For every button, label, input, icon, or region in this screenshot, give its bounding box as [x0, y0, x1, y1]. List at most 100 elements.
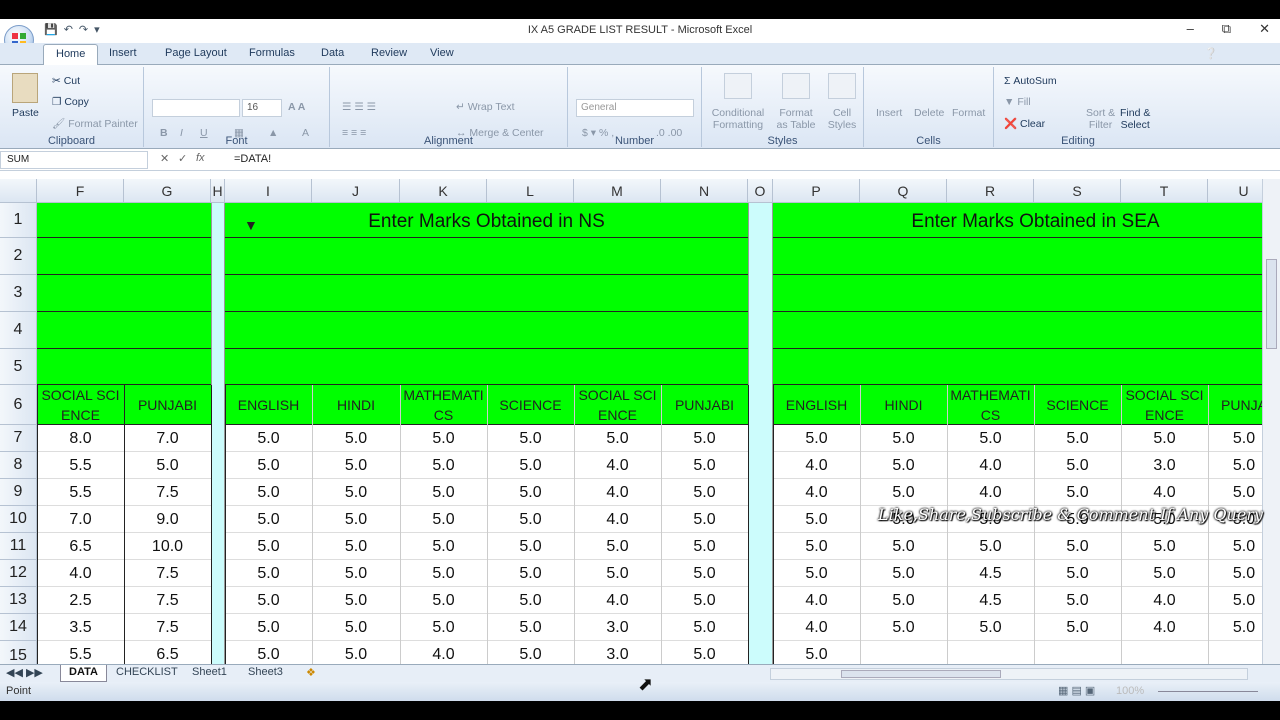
data-cell[interactable]: 5.0 — [1208, 614, 1262, 641]
sheet-tab-sheet3[interactable]: Sheet3 — [240, 665, 291, 682]
format-as-table-button[interactable]: Format as Table — [772, 107, 820, 131]
format-painter-button[interactable]: 🖌 Format Painter — [52, 117, 138, 130]
data-cell[interactable]: 5.0 — [487, 425, 574, 452]
data-cell[interactable]: 5.0 — [860, 560, 947, 587]
data-cell[interactable]: 5.0 — [225, 614, 312, 641]
paste-button[interactable]: Paste — [12, 107, 39, 119]
data-cell[interactable]: 7.5 — [124, 560, 211, 587]
data-cell[interactable]: 7.5 — [124, 614, 211, 641]
column-header[interactable]: I — [225, 179, 312, 203]
cell-styles-button[interactable]: Cell Styles — [822, 107, 862, 131]
select-all-corner[interactable] — [0, 179, 37, 203]
data-cell[interactable]: 5.0 — [661, 506, 748, 533]
data-cell[interactable]: 5.0 — [225, 533, 312, 560]
tab-page-layout[interactable]: Page Layout — [165, 47, 227, 59]
data-cell[interactable]: 5.0 — [860, 452, 947, 479]
data-cell[interactable]: 5.0 — [1034, 533, 1121, 560]
data-cell[interactable]: 7.0 — [124, 425, 211, 452]
vertical-scrollbar[interactable] — [1262, 179, 1280, 683]
column-header[interactable]: K — [400, 179, 487, 203]
data-cell[interactable]: 4.0 — [773, 452, 860, 479]
column-header[interactable]: G — [124, 179, 211, 203]
conditional-formatting-button[interactable]: Conditional Formatting — [706, 107, 770, 131]
tab-formulas[interactable]: Formulas — [249, 47, 295, 59]
top-align-icon[interactable]: ☰ ☰ ☰ — [342, 101, 376, 113]
autosum-button[interactable]: Σ AutoSum — [1004, 75, 1057, 87]
row-header[interactable]: 1 — [0, 203, 37, 238]
data-cell[interactable]: 5.0 — [225, 479, 312, 506]
data-cell[interactable]: 5.0 — [487, 533, 574, 560]
data-cell[interactable]: 5.0 — [860, 479, 947, 506]
data-cell[interactable]: 4.0 — [574, 452, 661, 479]
data-cell[interactable]: 5.5 — [37, 479, 124, 506]
row-header[interactable]: 5 — [0, 349, 37, 385]
data-cell[interactable]: 4.0 — [773, 479, 860, 506]
row-header[interactable]: 13 — [0, 587, 37, 614]
font-size-box[interactable]: 16 — [242, 99, 282, 117]
row-header[interactable]: 4 — [0, 312, 37, 349]
data-cell[interactable]: 5.0 — [574, 560, 661, 587]
data-cell[interactable]: 4.0 — [574, 479, 661, 506]
data-cell[interactable]: 5.0 — [947, 533, 1034, 560]
enter-icon[interactable]: ✓ — [178, 152, 187, 165]
data-cell[interactable]: 8.0 — [37, 425, 124, 452]
data-cell[interactable]: 4.0 — [773, 587, 860, 614]
grow-font-icon[interactable]: A A — [288, 101, 305, 113]
column-header[interactable]: U — [1208, 179, 1262, 203]
data-cell[interactable]: 10.0 — [124, 533, 211, 560]
column-header[interactable]: P — [773, 179, 860, 203]
tab-review[interactable]: Review — [371, 47, 407, 59]
data-cell[interactable]: 5.0 — [312, 452, 400, 479]
data-cell[interactable]: 5.0 — [860, 425, 947, 452]
data-cell[interactable]: 5.0 — [860, 614, 947, 641]
data-cell[interactable]: 5.0 — [661, 587, 748, 614]
column-header[interactable]: S — [1034, 179, 1121, 203]
zoom-level[interactable]: 100% — [1116, 685, 1144, 697]
data-cell[interactable]: 3.0 — [574, 614, 661, 641]
data-cell[interactable]: 5.0 — [773, 506, 860, 533]
tab-data[interactable]: Data — [321, 47, 344, 59]
data-cell[interactable]: 4.0 — [574, 506, 661, 533]
row-header[interactable]: 12 — [0, 560, 37, 587]
data-cell[interactable]: 2.5 — [37, 587, 124, 614]
new-sheet-icon[interactable]: ❖ — [306, 666, 316, 679]
data-cell[interactable]: 5.0 — [661, 452, 748, 479]
data-cell[interactable]: 5.0 — [661, 425, 748, 452]
data-cell[interactable]: 5.0 — [487, 479, 574, 506]
data-cell[interactable]: 5.5 — [37, 452, 124, 479]
data-cell[interactable]: 5.0 — [225, 452, 312, 479]
cancel-icon[interactable]: ✕ — [160, 152, 169, 165]
data-cell[interactable]: 5.0 — [574, 425, 661, 452]
row-header[interactable]: 9 — [0, 479, 37, 506]
insert-function-icon[interactable]: fx — [196, 152, 205, 164]
data-cell[interactable]: 5.0 — [1034, 587, 1121, 614]
row-header[interactable]: 10 — [0, 506, 37, 533]
data-cell[interactable]: 5.0 — [661, 479, 748, 506]
sheet-tab-data[interactable]: DATA — [60, 665, 107, 682]
data-cell[interactable]: 4.0 — [1121, 587, 1208, 614]
view-buttons-icon[interactable]: ▦ ▤ ▣ — [1058, 684, 1095, 697]
close-icon[interactable]: ✕ — [1259, 21, 1270, 37]
format-cells-button[interactable]: Format — [952, 107, 985, 119]
data-cell[interactable]: 5.0 — [312, 479, 400, 506]
tab-insert[interactable]: Insert — [109, 47, 137, 59]
data-cell[interactable]: 5.0 — [1208, 452, 1262, 479]
data-cell[interactable]: 6.5 — [37, 533, 124, 560]
copy-button[interactable]: ❐ Copy — [52, 96, 89, 108]
data-cell[interactable]: 4.5 — [947, 560, 1034, 587]
row-header[interactable]: 2 — [0, 238, 37, 275]
data-cell[interactable]: 5.0 — [312, 587, 400, 614]
data-cell[interactable]: 4.0 — [37, 560, 124, 587]
data-cell[interactable]: 5.0 — [487, 452, 574, 479]
data-cell[interactable]: 5.0 — [225, 506, 312, 533]
data-cell[interactable]: 5.0 — [487, 614, 574, 641]
insert-cells-button[interactable]: Insert — [876, 107, 902, 119]
data-cell[interactable]: 3.0 — [1121, 452, 1208, 479]
data-cell[interactable]: 5.0 — [1121, 560, 1208, 587]
worksheet-grid[interactable]: F G H I J K L M N O P Q R S T U 1 2 3 4 5 6 7 8 9 10 11 12 13 14 15 Ent… — [0, 179, 1262, 671]
column-header[interactable]: R — [947, 179, 1034, 203]
data-cell[interactable]: 5.0 — [773, 425, 860, 452]
sheet-tab-checklist[interactable]: CHECKLIST — [108, 665, 186, 682]
row-header[interactable]: 14 — [0, 614, 37, 641]
column-header[interactable]: M — [574, 179, 661, 203]
